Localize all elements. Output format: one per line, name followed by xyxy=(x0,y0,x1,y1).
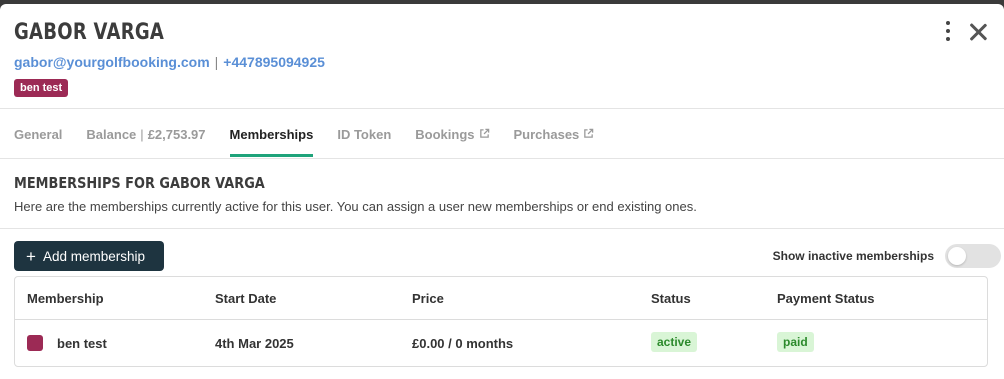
show-inactive-toggle[interactable] xyxy=(945,244,1001,268)
external-link-icon xyxy=(584,128,594,138)
start-date: 4th Mar 2025 xyxy=(215,336,294,351)
contact-separator: | xyxy=(214,54,219,70)
user-phone[interactable]: +447895094925 xyxy=(223,54,325,70)
user-email[interactable]: gabor@yourgolfbooking.com xyxy=(14,54,210,70)
table-header: Membership Start Date Price Status Payme… xyxy=(15,277,987,320)
tab-separator: | xyxy=(140,127,144,142)
show-inactive-label: Show inactive memberships xyxy=(772,249,934,263)
membership-color-swatch xyxy=(27,335,43,351)
tab-label: Purchases xyxy=(513,127,580,142)
table-row[interactable]: ben test 4th Mar 2025 £0.00 / 0 months a… xyxy=(15,320,987,366)
membership-name: ben test xyxy=(57,336,107,351)
tab-general[interactable]: General xyxy=(14,109,62,157)
column-header-price[interactable]: Price xyxy=(412,291,444,306)
contact-line: gabor@yourgolfbooking.com | +44789509492… xyxy=(14,54,325,70)
tab-balance[interactable]: Balance | £2,753.97 xyxy=(86,109,205,157)
plus-icon: + xyxy=(26,246,36,266)
column-header-membership[interactable]: Membership xyxy=(27,291,104,306)
user-tag: ben test xyxy=(14,79,69,97)
column-header-payment-status[interactable]: Payment Status xyxy=(777,291,875,306)
column-header-status[interactable]: Status xyxy=(651,291,691,306)
external-link-icon xyxy=(479,128,489,138)
memberships-section-header: MEMBERSHIPS FOR GABOR VARGA Here are the… xyxy=(0,159,1004,229)
tab-label: ID Token xyxy=(337,127,392,142)
price: £0.00 / 0 months xyxy=(412,336,514,351)
tab-bar: General Balance | £2,753.97 Memberships … xyxy=(0,109,1004,159)
column-header-start-date[interactable]: Start Date xyxy=(215,291,276,306)
add-membership-label: Add membership xyxy=(42,248,145,264)
section-description: Here are the memberships currently activ… xyxy=(14,199,697,214)
close-icon[interactable] xyxy=(968,22,988,42)
user-name: GABOR VARGA xyxy=(14,20,165,45)
tab-memberships[interactable]: Memberships xyxy=(229,109,314,157)
tab-bookings[interactable]: Bookings xyxy=(415,109,489,157)
tab-purchases[interactable]: Purchases xyxy=(514,109,595,157)
payment-status-badge: paid xyxy=(777,332,814,352)
modal-header: GABOR VARGA gabor@yourgolfbooking.com | … xyxy=(0,4,1004,109)
tab-label: Memberships xyxy=(229,127,314,142)
kebab-menu-icon[interactable] xyxy=(942,20,954,42)
balance-value: £2,753.97 xyxy=(147,127,206,142)
memberships-toolbar: + Add membership Show inactive membershi… xyxy=(0,229,1004,281)
add-membership-button[interactable]: + Add membership xyxy=(14,241,164,271)
user-modal: GABOR VARGA gabor@yourgolfbooking.com | … xyxy=(0,4,1004,379)
section-title: MEMBERSHIPS FOR GABOR VARGA xyxy=(14,174,265,192)
toggle-knob xyxy=(948,247,966,265)
tab-label: Bookings xyxy=(415,127,475,142)
tab-label: General xyxy=(14,127,63,142)
tab-label: Balance xyxy=(86,127,137,142)
status-badge: active xyxy=(651,332,698,352)
tab-id-token[interactable]: ID Token xyxy=(337,109,391,157)
memberships-table: Membership Start Date Price Status Payme… xyxy=(14,276,988,367)
